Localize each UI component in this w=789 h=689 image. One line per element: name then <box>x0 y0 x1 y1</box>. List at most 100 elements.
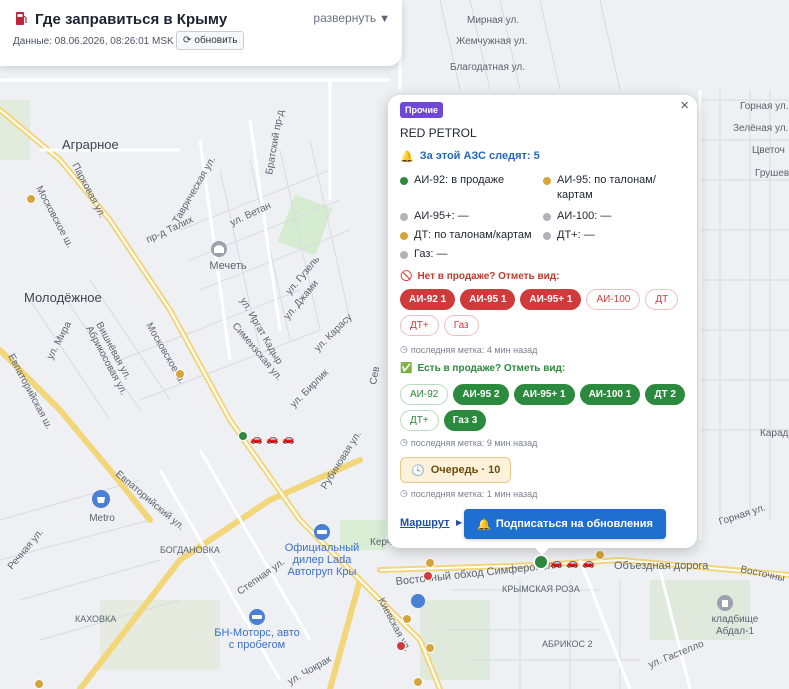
chip-available-ai92[interactable]: АИ-92 <box>400 384 449 405</box>
street-gornaya: Горная ул. <box>740 101 789 112</box>
metro-store-icon[interactable] <box>92 490 110 508</box>
station-marker[interactable] <box>413 677 423 687</box>
chip-not-available-ai100[interactable]: АИ-100 <box>586 289 641 310</box>
fuel-status-item: Газ: — <box>400 247 448 262</box>
bell-icon: 🔔 <box>400 151 414 163</box>
refresh-icon: ⟳ <box>183 35 192 46</box>
last-mark-text: последняя метка: 4 мин назад <box>410 344 538 355</box>
fuel-status-text: АИ-100: — <box>557 210 612 222</box>
station-marker[interactable] <box>425 558 435 568</box>
street-tsvetoch: Цветоч <box>752 145 785 156</box>
station-marker[interactable] <box>175 369 185 379</box>
station-marker[interactable] <box>396 641 406 651</box>
map-label-kakhovka: КАХОВКА <box>75 614 116 624</box>
street-zhemchuzhnaya: Жемчужная ул. <box>456 36 527 47</box>
map-label-agrarnoe: Аграрное <box>62 137 119 152</box>
map-label-kladbische-1: кладбище <box>712 613 759 625</box>
station-marker[interactable] <box>423 571 433 581</box>
app-header-card: Где заправиться в Крыму развернуть ▼ Данн… <box>0 0 402 66</box>
queue-cars-icon: 🚗 🚗 🚗 <box>250 434 294 445</box>
fuel-status-text: АИ-92: в продаже <box>414 174 505 186</box>
available-chips: АИ-92 АИ-95 2 АИ-95+ 1 АИ-100 1 ДТ 2 ДТ+… <box>400 384 690 431</box>
status-dot <box>400 232 408 240</box>
last-mark-text: последняя метка: 9 мин назад <box>410 437 538 448</box>
chip-available-ai95[interactable]: АИ-95 2 <box>453 384 509 405</box>
chip-not-available-ai95[interactable]: АИ-95 1 <box>460 289 516 310</box>
fuel-status-item: АИ-92: в продаже <box>400 173 504 188</box>
station-marker[interactable] <box>595 550 605 560</box>
chip-available-dt[interactable]: ДТ 2 <box>645 384 685 405</box>
check-icon: ✅ <box>400 363 413 374</box>
station-marker[interactable] <box>425 643 435 653</box>
station-marker[interactable] <box>34 679 44 689</box>
chip-available-ai100[interactable]: АИ-100 1 <box>579 384 641 405</box>
available-last-mark: ◷ последняя метка: 9 мин назад <box>400 437 537 448</box>
available-label: Есть в продаже? Отметь вид: <box>417 363 566 374</box>
expand-label: развернуть <box>313 11 377 25</box>
cemetery-icon[interactable] <box>717 595 733 611</box>
station-marker-selected[interactable] <box>533 554 549 570</box>
fuel-status-text: АИ-95+: — <box>414 210 469 222</box>
chip-not-available-dt[interactable]: ДТ <box>645 289 679 310</box>
map-label-bn-2: с пробегом <box>229 639 286 651</box>
station-name: RED PETROL <box>400 126 477 140</box>
chip-available-gas[interactable]: Газ 3 <box>443 410 487 431</box>
queue-button[interactable]: 🕓 Очередь · 10 <box>400 457 512 483</box>
status-dot <box>543 213 551 221</box>
map-label-mechet: Мечеть <box>209 260 247 272</box>
category-badge: Прочие <box>400 102 444 118</box>
popup-tail <box>533 546 551 555</box>
car-dealer-2-icon[interactable] <box>249 609 265 625</box>
bell-icon: 🔔 <box>477 518 491 531</box>
chip-not-available-dtplus[interactable]: ДТ+ <box>400 315 439 336</box>
street-mirnaya: Мирная ул. <box>467 15 519 26</box>
chip-not-available-ai95plus[interactable]: АИ-95+ 1 <box>520 289 582 310</box>
station-marker[interactable] <box>238 431 248 441</box>
svg-text:🚗: 🚗 <box>250 434 262 445</box>
fuel-status-text: АИ-95: по талонам/ картам <box>557 174 656 201</box>
refresh-button[interactable]: ⟳ обновить <box>176 31 245 50</box>
play-arrow-icon: ▶ <box>456 518 463 527</box>
queue-last-mark: ◷ последняя метка: 1 мин назад <box>400 488 537 499</box>
status-dot <box>543 177 551 185</box>
close-icon[interactable]: × <box>680 97 689 114</box>
fuel-status-text: ДТ: по талонам/картам <box>414 229 532 241</box>
street-karada: Карада <box>760 428 789 439</box>
chip-not-available-gas[interactable]: Газ <box>443 315 479 336</box>
map-label-kladbische-2: Абдал-1 <box>716 625 755 637</box>
subscribe-label: Подписаться на обновления <box>495 518 653 530</box>
not-available-label: Нет в продаже? Отметь вид: <box>417 271 560 282</box>
chip-available-ai95plus[interactable]: АИ-95+ 1 <box>513 384 575 405</box>
svg-text:🚗: 🚗 <box>282 434 294 445</box>
not-available-chips: АИ-92 1 АИ-95 1 АИ-95+ 1 АИ-100 ДТ ДТ+ Г… <box>400 289 690 336</box>
clock-icon: 🕓 <box>411 464 425 477</box>
queue-label: Очередь · 10 <box>430 464 501 476</box>
route-link[interactable]: Маршрут <box>400 517 450 529</box>
fuel-status-text: Газ: — <box>414 248 448 260</box>
shop-icon[interactable] <box>411 594 425 608</box>
street-obezdnaya: Объездная дорога <box>614 560 709 572</box>
station-marker[interactable] <box>26 194 36 204</box>
fuel-status-item: ДТ: по талонам/картам <box>400 228 532 243</box>
prohibited-icon: 🚫 <box>400 271 413 282</box>
expand-button[interactable]: развернуть ▼ <box>313 11 390 25</box>
clock-icon: ◷ <box>400 488 408 498</box>
chip-available-dtplus[interactable]: ДТ+ <box>400 410 439 431</box>
svg-text:🚗: 🚗 <box>550 558 562 569</box>
mosque-icon[interactable] <box>211 241 227 257</box>
fuel-status-item: ДТ+: — <box>543 228 595 243</box>
fuel-status-item: АИ-100: — <box>543 209 611 224</box>
subscribe-button[interactable]: 🔔 Подписаться на обновления <box>464 509 666 539</box>
app-title: Где заправиться в Крыму <box>35 11 228 28</box>
chip-not-available-ai92[interactable]: АИ-92 1 <box>400 289 456 310</box>
map-label-krymskaya-roza: КРЫМСКАЯ РОЗА <box>502 584 580 594</box>
svg-text:🚗: 🚗 <box>266 434 278 445</box>
clock-icon: ◷ <box>400 344 408 354</box>
svg-text:🚗: 🚗 <box>566 558 578 569</box>
station-marker[interactable] <box>402 614 412 624</box>
last-mark-text: последняя метка: 1 мин назад <box>410 488 538 499</box>
street-grusheva: Грушева <box>755 168 789 179</box>
car-dealer-icon[interactable] <box>314 524 330 540</box>
svg-text:🚗: 🚗 <box>582 558 594 569</box>
fuel-status-item: АИ-95+: — <box>400 209 469 224</box>
